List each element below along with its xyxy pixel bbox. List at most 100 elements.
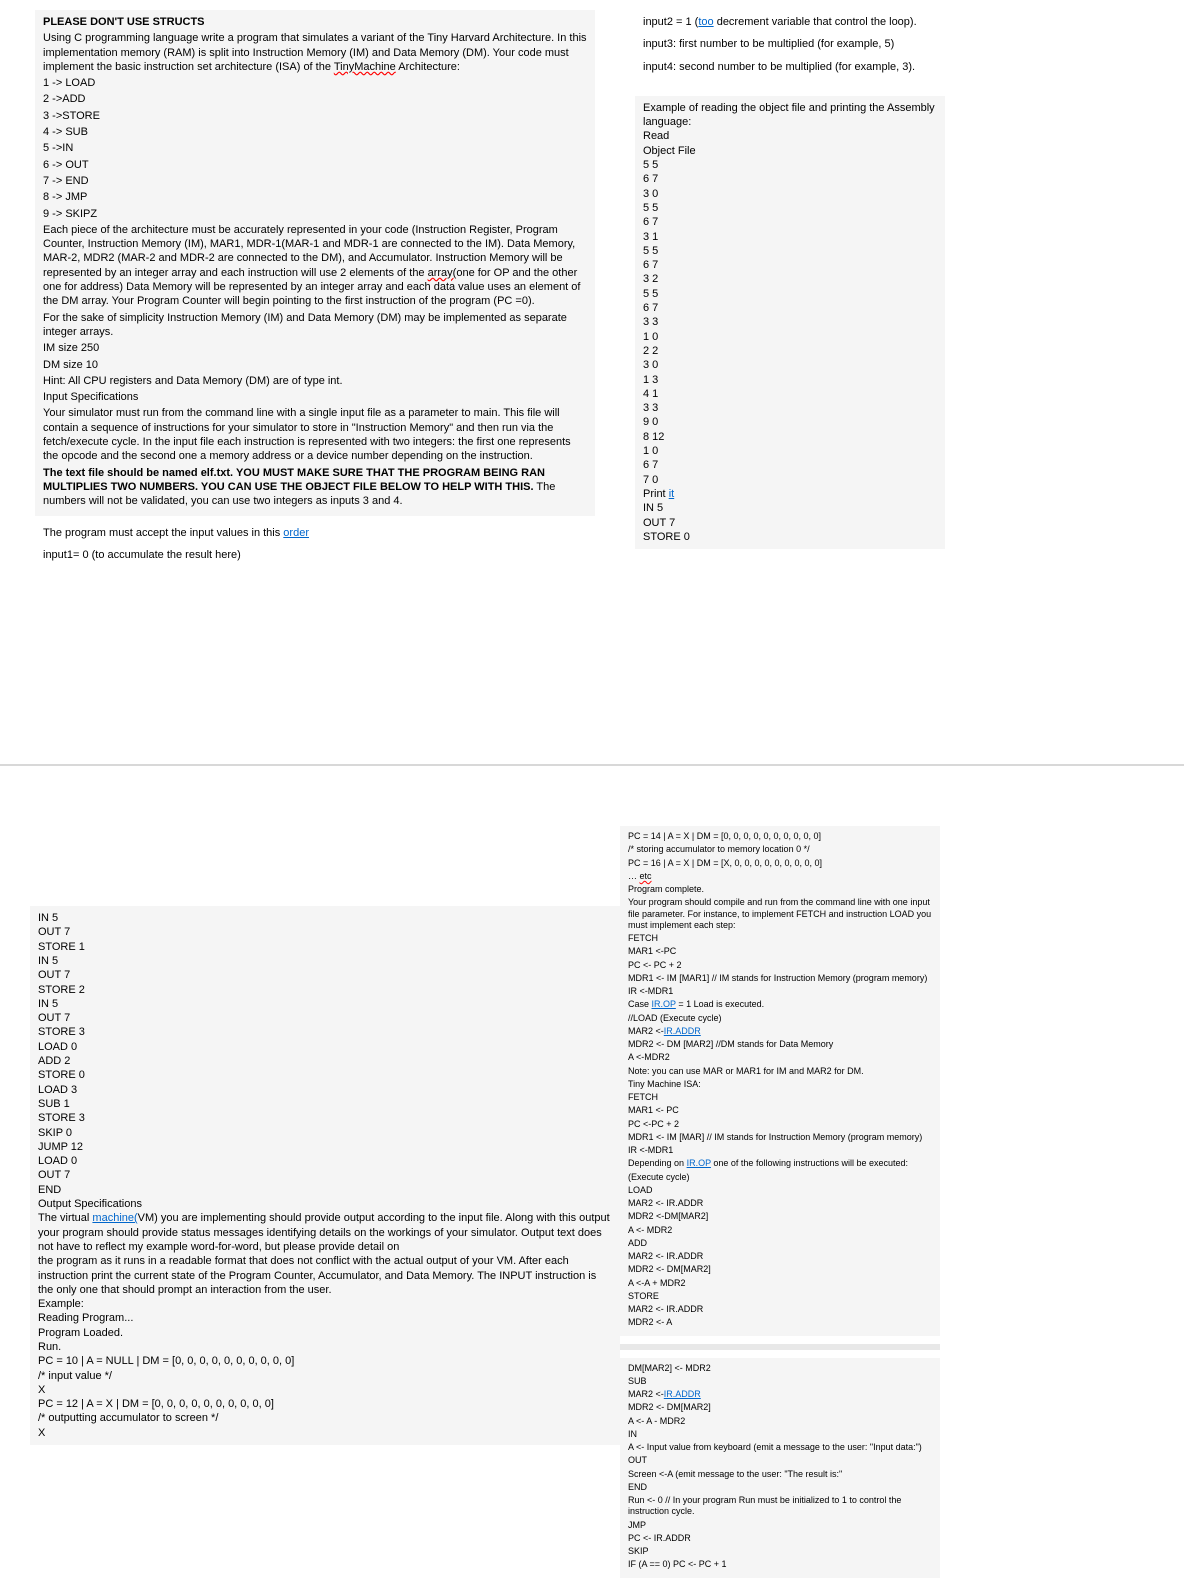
line: 3 1	[643, 230, 937, 244]
line: 7 -> END	[43, 174, 587, 188]
line: ADD 2	[38, 1054, 612, 1068]
line: IN 5	[38, 911, 612, 925]
line: STORE 3	[38, 1025, 612, 1039]
line: END	[628, 1482, 932, 1493]
line: 3 2	[643, 272, 937, 286]
im-size: IM size 250	[43, 341, 587, 355]
line: IN	[628, 1429, 932, 1440]
line: 5 5	[643, 287, 937, 301]
mini-divider	[620, 1344, 940, 1350]
line: STORE 1	[38, 940, 612, 954]
line: 5 5	[643, 201, 937, 215]
section-divider	[0, 764, 1184, 766]
input-spec-para: Your simulator must run from the command…	[43, 406, 587, 463]
too-word: too	[698, 16, 713, 28]
line: Note: you can use MAR or MAR1 for IM and…	[628, 1066, 932, 1077]
line: A <- Input value from keyboard (emit a m…	[628, 1442, 932, 1453]
line: MDR2 <- DM [MAR2] //DM stands for Data M…	[628, 1039, 932, 1050]
line: IR <-MDR1	[628, 1145, 932, 1156]
line: 6 7	[643, 172, 937, 186]
line: IN 5	[38, 954, 612, 968]
line: OUT 7	[38, 925, 612, 939]
line: /* outputting accumulator to screen */	[38, 1411, 612, 1425]
order-word: order	[283, 527, 309, 539]
line: Reading Program...	[38, 1311, 612, 1325]
line: 3 ->STORE	[43, 109, 587, 123]
line: STORE 2	[38, 983, 612, 997]
line: 3 0	[643, 358, 937, 372]
line: MDR2 <- DM[MAR2]	[628, 1264, 932, 1275]
line: A <-MDR2	[628, 1052, 932, 1063]
line: IN 5	[643, 501, 937, 515]
input1-line: input1= 0 (to accumulate the result here…	[43, 548, 587, 562]
line: 5 5	[643, 244, 937, 258]
order-line: The program must accept the input values…	[43, 526, 587, 540]
line: PC = 12 | A = X | DM = [0, 0, 0, 0, 0, 0…	[38, 1397, 612, 1411]
input4-line: input4: second number to be multiplied (…	[643, 60, 937, 74]
line: PC <-PC + 2	[628, 1119, 932, 1130]
read-label: Read	[643, 129, 937, 143]
line: LOAD 3	[38, 1083, 612, 1097]
line: 7 0	[643, 473, 937, 487]
line: 2 2	[643, 344, 937, 358]
line: PC <- IR.ADDR	[628, 1533, 932, 1544]
iraddr-word: IR.ADDR	[664, 1026, 701, 1036]
isa-ops-box: DM[MAR2] <- MDR2 SUB MAR2 <-IR.ADDR MDR2…	[620, 1358, 940, 1578]
line: 1 -> LOAD	[43, 76, 587, 90]
line: MAR2 <- IR.ADDR	[628, 1251, 932, 1262]
line: 6 -> OUT	[43, 158, 587, 172]
line: ADD	[628, 1238, 932, 1249]
arch-para: Each piece of the architecture must be a…	[43, 223, 587, 309]
line: 1 0	[643, 444, 937, 458]
vm-para: The virtual machine(VM) you are implemen…	[38, 1211, 612, 1254]
line: Tiny Machine ISA:	[628, 1079, 932, 1090]
line: A <- MDR2	[628, 1225, 932, 1236]
input-spec-heading: Input Specifications	[43, 390, 587, 404]
hint: Hint: All CPU registers and Data Memory …	[43, 374, 587, 388]
line: 6 7	[643, 301, 937, 315]
line: JUMP 12	[38, 1140, 612, 1154]
line: FETCH	[628, 933, 932, 944]
line: 8 -> JMP	[43, 190, 587, 204]
line: SKIP 0	[38, 1126, 612, 1140]
line: FETCH	[628, 1092, 932, 1103]
asm-output-box: IN 5OUT 7STORE 1IN 5OUT 7STORE 2IN 5OUT …	[30, 906, 620, 1445]
objfile-label: Object File	[643, 144, 937, 158]
line: (Execute cycle)	[628, 1172, 932, 1183]
line: 6 7	[643, 458, 937, 472]
line: 3 3	[643, 315, 937, 329]
line: 2 ->ADD	[43, 92, 587, 106]
line: SUB 1	[38, 1097, 612, 1111]
line: IF (A == 0) PC <- PC + 1	[628, 1559, 932, 1570]
intro-para: Using C programming language write a pro…	[43, 31, 587, 74]
line: MDR2 <-DM[MAR2]	[628, 1211, 932, 1222]
line: PC = 10 | A = NULL | DM = [0, 0, 0, 0, 0…	[38, 1354, 612, 1368]
print-line: Print it	[643, 487, 937, 501]
line: X	[38, 1426, 612, 1440]
readable-para: the program as it runs in a readable for…	[38, 1254, 612, 1297]
line: OUT 7	[38, 1011, 612, 1025]
line: MDR2 <- DM[MAR2]	[628, 1402, 932, 1413]
line: 5 5	[643, 158, 937, 172]
input-order-box: The program must accept the input values…	[35, 521, 595, 570]
array-word: array(	[428, 267, 457, 279]
line: 5 ->IN	[43, 141, 587, 155]
line: IN 5	[38, 997, 612, 1011]
line: 3 0	[643, 187, 937, 201]
line: A <- A - MDR2	[628, 1416, 932, 1427]
line: OUT 7	[38, 968, 612, 982]
it-word: it	[669, 488, 675, 500]
example-lines: Reading Program...Program Loaded.Run.PC …	[38, 1311, 612, 1440]
line: 9 0	[643, 415, 937, 429]
object-file-box: Example of reading the object file and p…	[635, 96, 945, 549]
line: Screen <-A (emit message to the user: "T…	[628, 1469, 932, 1480]
etc-word: etc	[640, 871, 652, 881]
line: 6 7	[643, 215, 937, 229]
iraddr-word-2: IR.ADDR	[664, 1389, 701, 1399]
line: IR <-MDR1	[628, 986, 932, 997]
elf-para: The text file should be named elf.txt. Y…	[43, 466, 587, 509]
line: /* input value */	[38, 1369, 612, 1383]
isa-list: 1 -> LOAD2 ->ADD3 ->STORE4 -> SUB5 ->IN6…	[43, 76, 587, 221]
line: OUT	[628, 1455, 932, 1466]
line: 6 7	[643, 258, 937, 272]
